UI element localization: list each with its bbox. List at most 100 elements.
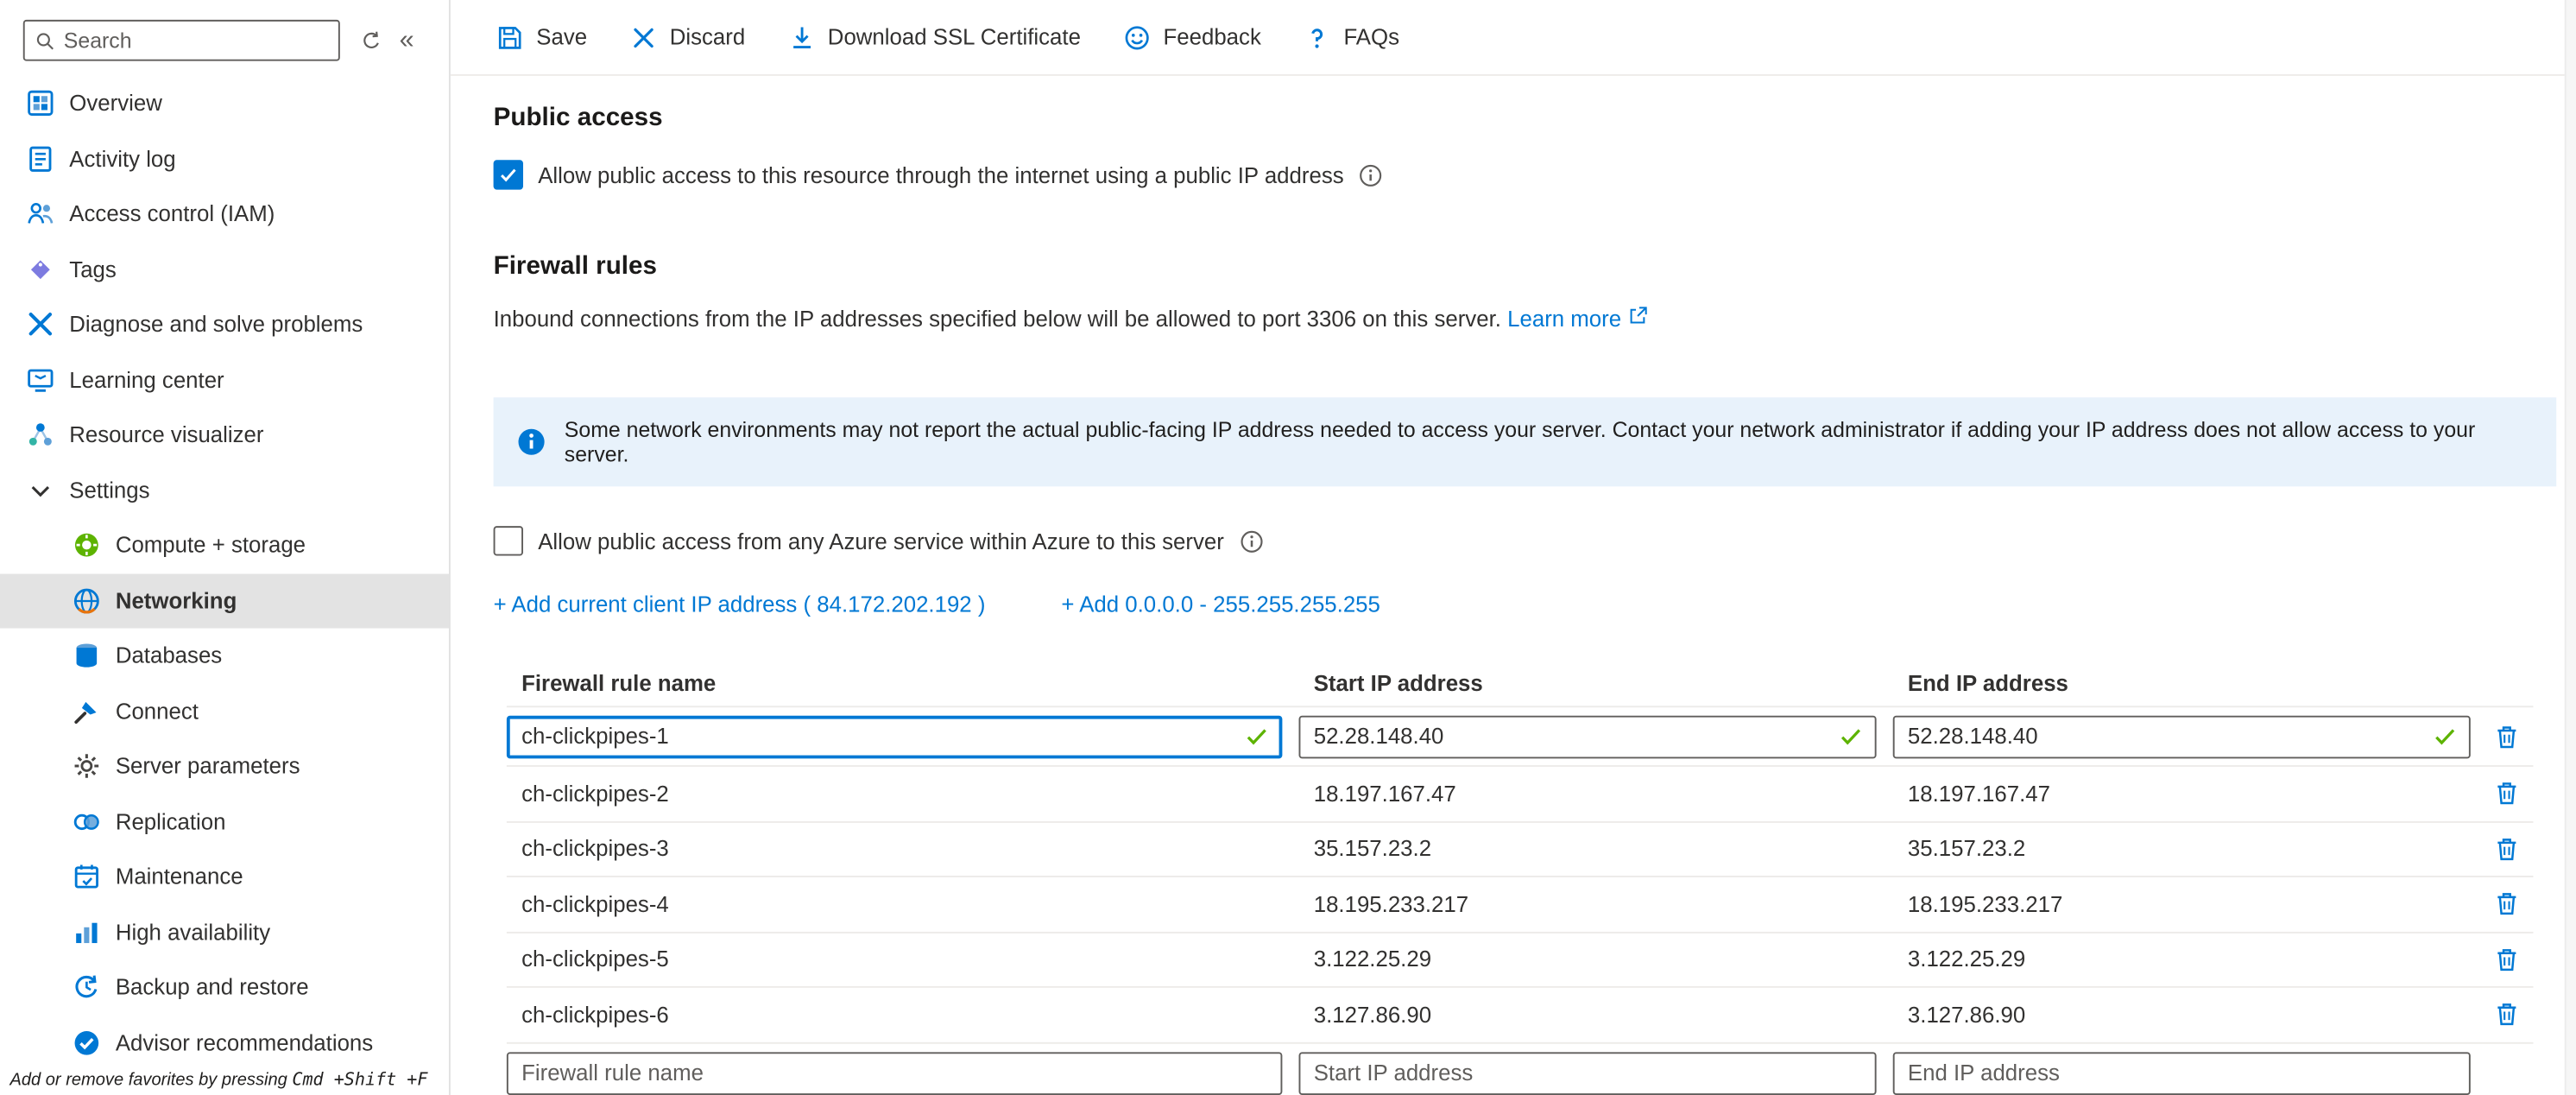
learning-center-icon	[27, 365, 54, 393]
public-access-checkbox-label: Allow public access to this resource thr…	[538, 162, 1343, 187]
sidebar-item-server-parameters[interactable]: Server parameters	[0, 739, 449, 794]
sidebar-item-label: Backup and restore	[116, 975, 309, 1000]
backup-restore-icon	[73, 973, 100, 1001]
rule-start-ip-cell: 18.197.167.47	[1299, 782, 1877, 807]
add-client-ip-link[interactable]: + Add current client IP address ( 84.172…	[494, 592, 986, 617]
save-icon	[496, 24, 523, 51]
sidebar-item-overview[interactable]: Overview	[0, 76, 449, 131]
sidebar-item-databases[interactable]: Databases	[0, 629, 449, 684]
end-ip-input[interactable]	[1893, 715, 2471, 758]
sidebar-item-compute-storage[interactable]: Compute + storage	[0, 518, 449, 573]
sidebar: « OverviewActivity logAccess control (IA…	[0, 0, 451, 1095]
check-icon	[1839, 724, 1864, 749]
sidebar-item-high-availability[interactable]: High availability	[0, 904, 449, 959]
sidebar-item-networking[interactable]: Networking	[0, 573, 449, 629]
sidebar-item-label: Replication	[116, 809, 226, 834]
sidebar-item-label: Resource visualizer	[69, 422, 263, 447]
add-rule-links: + Add current client IP address ( 84.172…	[494, 592, 2576, 617]
trash-icon	[2494, 836, 2521, 863]
feedback-button[interactable]: Feedback	[1102, 0, 1283, 74]
sidebar-menu: OverviewActivity logAccess control (IAM)…	[0, 76, 449, 1070]
check-icon	[2433, 724, 2458, 749]
trash-icon	[2494, 1002, 2521, 1029]
favorites-hint-text: Add or remove favorites by pressing	[9, 1070, 292, 1090]
diagnose-icon	[27, 310, 54, 338]
info-icon[interactable]	[1359, 162, 1384, 187]
delete-rule-button[interactable]	[2487, 940, 2527, 979]
collapse-sidebar-button[interactable]: «	[400, 28, 414, 54]
firewall-rule-row: ch-clickpipes-53.122.25.293.122.25.29	[507, 933, 2534, 988]
rule-end-ip-cell: 35.157.23.2	[1893, 837, 2471, 862]
sidebar-item-learning-center[interactable]: Learning center	[0, 352, 449, 408]
rule-name-input[interactable]	[507, 715, 1282, 758]
public-access-row: Allow public access to this resource thr…	[494, 160, 2576, 189]
networking-content: Public access Allow public access to thi…	[451, 76, 2576, 1095]
search-input[interactable]	[64, 28, 329, 53]
tags-icon	[27, 256, 54, 283]
sidebar-item-label: Advisor recommendations	[116, 1030, 373, 1055]
networking-icon	[73, 586, 100, 614]
sidebar-item-label: Diagnose and solve problems	[69, 312, 363, 337]
new-end-ip-input[interactable]	[1893, 1051, 2471, 1094]
public-access-checkbox[interactable]	[494, 160, 523, 189]
chevron-down-icon	[27, 476, 54, 503]
refresh-icon[interactable]	[360, 28, 383, 52]
command-bar: Save Discard Download SSL Certificate Fe…	[451, 0, 2576, 76]
sidebar-item-advisor-recommendations[interactable]: Advisor recommendations	[0, 1015, 449, 1070]
delete-rule-button[interactable]	[2487, 774, 2527, 813]
delete-rule-button[interactable]	[2487, 829, 2527, 869]
sidebar-item-resource-visualizer[interactable]: Resource visualizer	[0, 408, 449, 463]
allow-azure-services-checkbox[interactable]	[494, 526, 523, 555]
sidebar-item-access-control-iam[interactable]: Access control (IAM)	[0, 187, 449, 242]
public-access-heading: Public access	[494, 104, 2576, 133]
download-icon	[788, 24, 815, 51]
column-header-end-ip: End IP address	[1893, 670, 2471, 695]
search-icon	[35, 28, 55, 52]
firewall-rule-row: ch-clickpipes-4 18.195.233.217 18.195.233.…	[507, 877, 2534, 933]
save-button[interactable]: Save	[476, 0, 609, 74]
add-ip-range-link[interactable]: + Add 0.0.0.0 - 255.255.255.255	[1061, 592, 1380, 617]
info-icon[interactable]	[1239, 529, 1264, 554]
sidebar-item-settings[interactable]: Settings	[0, 463, 449, 518]
faqs-button-label: FAQs	[1343, 25, 1399, 50]
scrollbar[interactable]	[2565, 0, 2576, 1095]
faqs-button[interactable]: FAQs	[1283, 0, 1421, 74]
rule-start-ip-cell: 3.122.25.29	[1299, 947, 1877, 972]
rule-end-ip-cell: 18.195.233.217	[1893, 892, 2471, 917]
download-ssl-certificate-button[interactable]: Download SSL Certificate	[767, 0, 1102, 74]
delete-rule-button[interactable]	[2487, 717, 2527, 756]
delete-rule-button[interactable]	[2487, 995, 2527, 1035]
firewall-rule-row-new	[507, 1043, 2534, 1095]
new-rule-name-input[interactable]	[507, 1051, 1282, 1094]
rule-start-ip-cell: 18.195.233.217	[1299, 892, 1877, 917]
activity-log-icon	[27, 145, 54, 173]
sidebar-item-activity-log[interactable]: Activity log	[0, 131, 449, 187]
rule-name-cell: ch-clickpipes-2	[507, 782, 1282, 807]
advisor-icon	[73, 1029, 100, 1056]
info-banner: Some network environments may not report…	[494, 397, 2557, 486]
sidebar-item-connect[interactable]: Connect	[0, 684, 449, 739]
sidebar-item-tags[interactable]: Tags	[0, 242, 449, 297]
main-panel: Save Discard Download SSL Certificate Fe…	[451, 0, 2576, 1095]
sidebar-item-label: Settings	[69, 478, 149, 503]
learn-more-link[interactable]: Learn more	[1507, 307, 1649, 332]
discard-button[interactable]: Discard	[609, 0, 767, 74]
rule-name-cell: ch-clickpipes-4	[507, 892, 1282, 917]
sidebar-item-diagnose-and-solve-problems[interactable]: Diagnose and solve problems	[0, 297, 449, 352]
rule-name-cell: ch-clickpipes-3	[507, 837, 1282, 862]
sidebar-item-maintenance[interactable]: Maintenance	[0, 849, 449, 904]
favorites-hint-keys: Cmd +Shift +F	[292, 1070, 427, 1090]
firewall-description-text: Inbound connections from the IP addresse…	[494, 307, 1501, 332]
compute-storage-icon	[73, 531, 100, 559]
sidebar-searchbox[interactable]	[23, 20, 340, 61]
favorites-hint: Add or remove favorites by pressing Cmd …	[9, 1070, 427, 1090]
external-link-icon	[1627, 305, 1649, 326]
info-banner-text: Some network environments may not report…	[565, 417, 2534, 466]
sidebar-item-backup-and-restore[interactable]: Backup and restore	[0, 959, 449, 1015]
start-ip-input[interactable]	[1299, 715, 1877, 758]
databases-icon	[73, 642, 100, 669]
save-button-label: Save	[536, 25, 587, 50]
new-start-ip-input[interactable]	[1299, 1051, 1877, 1094]
sidebar-item-replication[interactable]: Replication	[0, 794, 449, 849]
delete-rule-button[interactable]	[2487, 884, 2527, 924]
